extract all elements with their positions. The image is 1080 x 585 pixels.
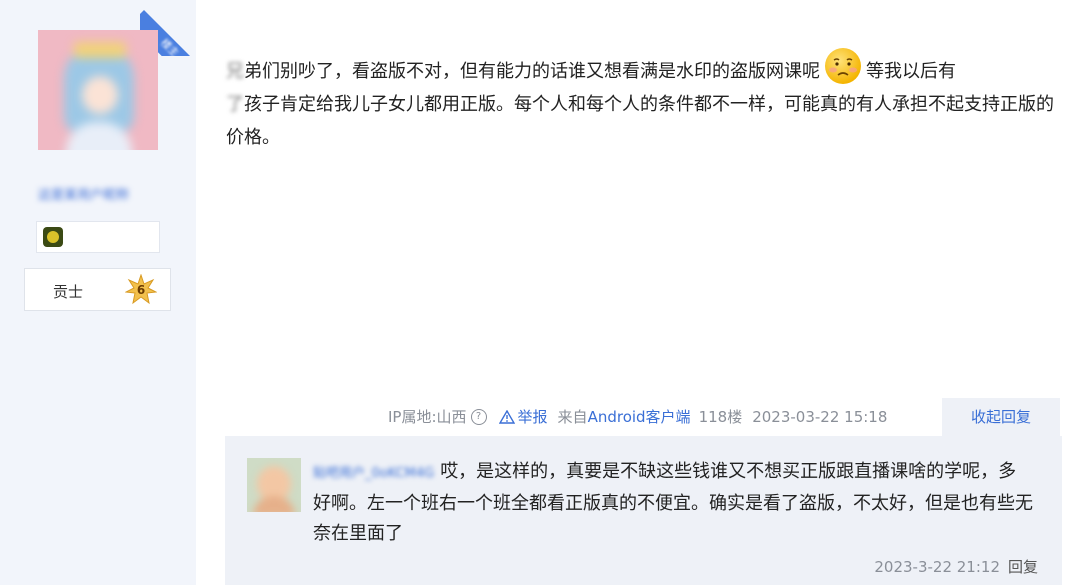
user-avatar[interactable] [38,30,158,150]
reply-footer: 2023-3-22 21:12 回复 [874,556,1038,577]
post-blurred-char-1: 兄 [226,61,244,82]
medal-box[interactable] [36,221,160,253]
rank-star-icon: 6 [125,274,157,306]
rank-box[interactable]: 贡士 6 [24,268,171,311]
user-name[interactable]: 这是某用户昵称 [38,184,129,203]
user-sidebar: 楼主 这是某用户昵称 贡士 6 [0,0,196,585]
collapse-replies-button[interactable]: 收起回复 [942,398,1060,436]
post-datetime: 2023-03-22 15:18 [752,407,888,426]
reply-username[interactable]: 贴吧用户_0oKCM4G [313,466,434,481]
ip-location: IP属地:山西 [388,408,467,426]
post-text-3: 孩子肯定给我儿子女儿都用正版。每个人和每个人的条件都不一样，可能真的有人承担不起… [226,94,1054,148]
rank-label: 贡士 [53,283,84,301]
post-blurred-char-2: 了 [226,94,244,115]
report-link[interactable]: 举报 [498,406,548,427]
post-meta: IP属地:山西 ? 举报 来自 Android客户端 118楼 2023-03-… [388,406,887,427]
reply-avatar[interactable] [247,458,301,512]
post-text-2: 等我以后有 [866,61,956,82]
report-label: 举报 [517,408,548,426]
warning-icon [498,409,515,424]
reply-item: 贴吧用户_0oKCM4G 哎，是这样的，真要是不缺这些钱谁又不想买正版跟直播课啥的… [313,457,1033,549]
client-link[interactable]: Android客户端 [588,406,691,427]
reply-button[interactable]: 回复 [1008,558,1038,576]
medal-icon [43,227,63,247]
floor-number: 118楼 [698,408,743,426]
from-label: 来自 [557,408,588,426]
post-content: 兄弟们别吵了，看盗版不对，但有能力的话谁又想看满是水印的盗版网课呢 等我以后有了… [226,48,1066,154]
worried-face-emoji-icon [823,46,863,86]
rank-level: 6 [136,283,146,297]
reply-box: 贴吧用户_0oKCM4G 哎，是这样的，真要是不缺这些钱谁又不想买正版跟直播课啥的… [225,436,1062,585]
post-text-1: 弟们别吵了，看盗版不对，但有能力的话谁又想看满是水印的盗版网课呢 [244,61,820,82]
reply-datetime: 2023-3-22 21:12 [874,558,1000,576]
question-icon[interactable]: ? [470,408,487,425]
